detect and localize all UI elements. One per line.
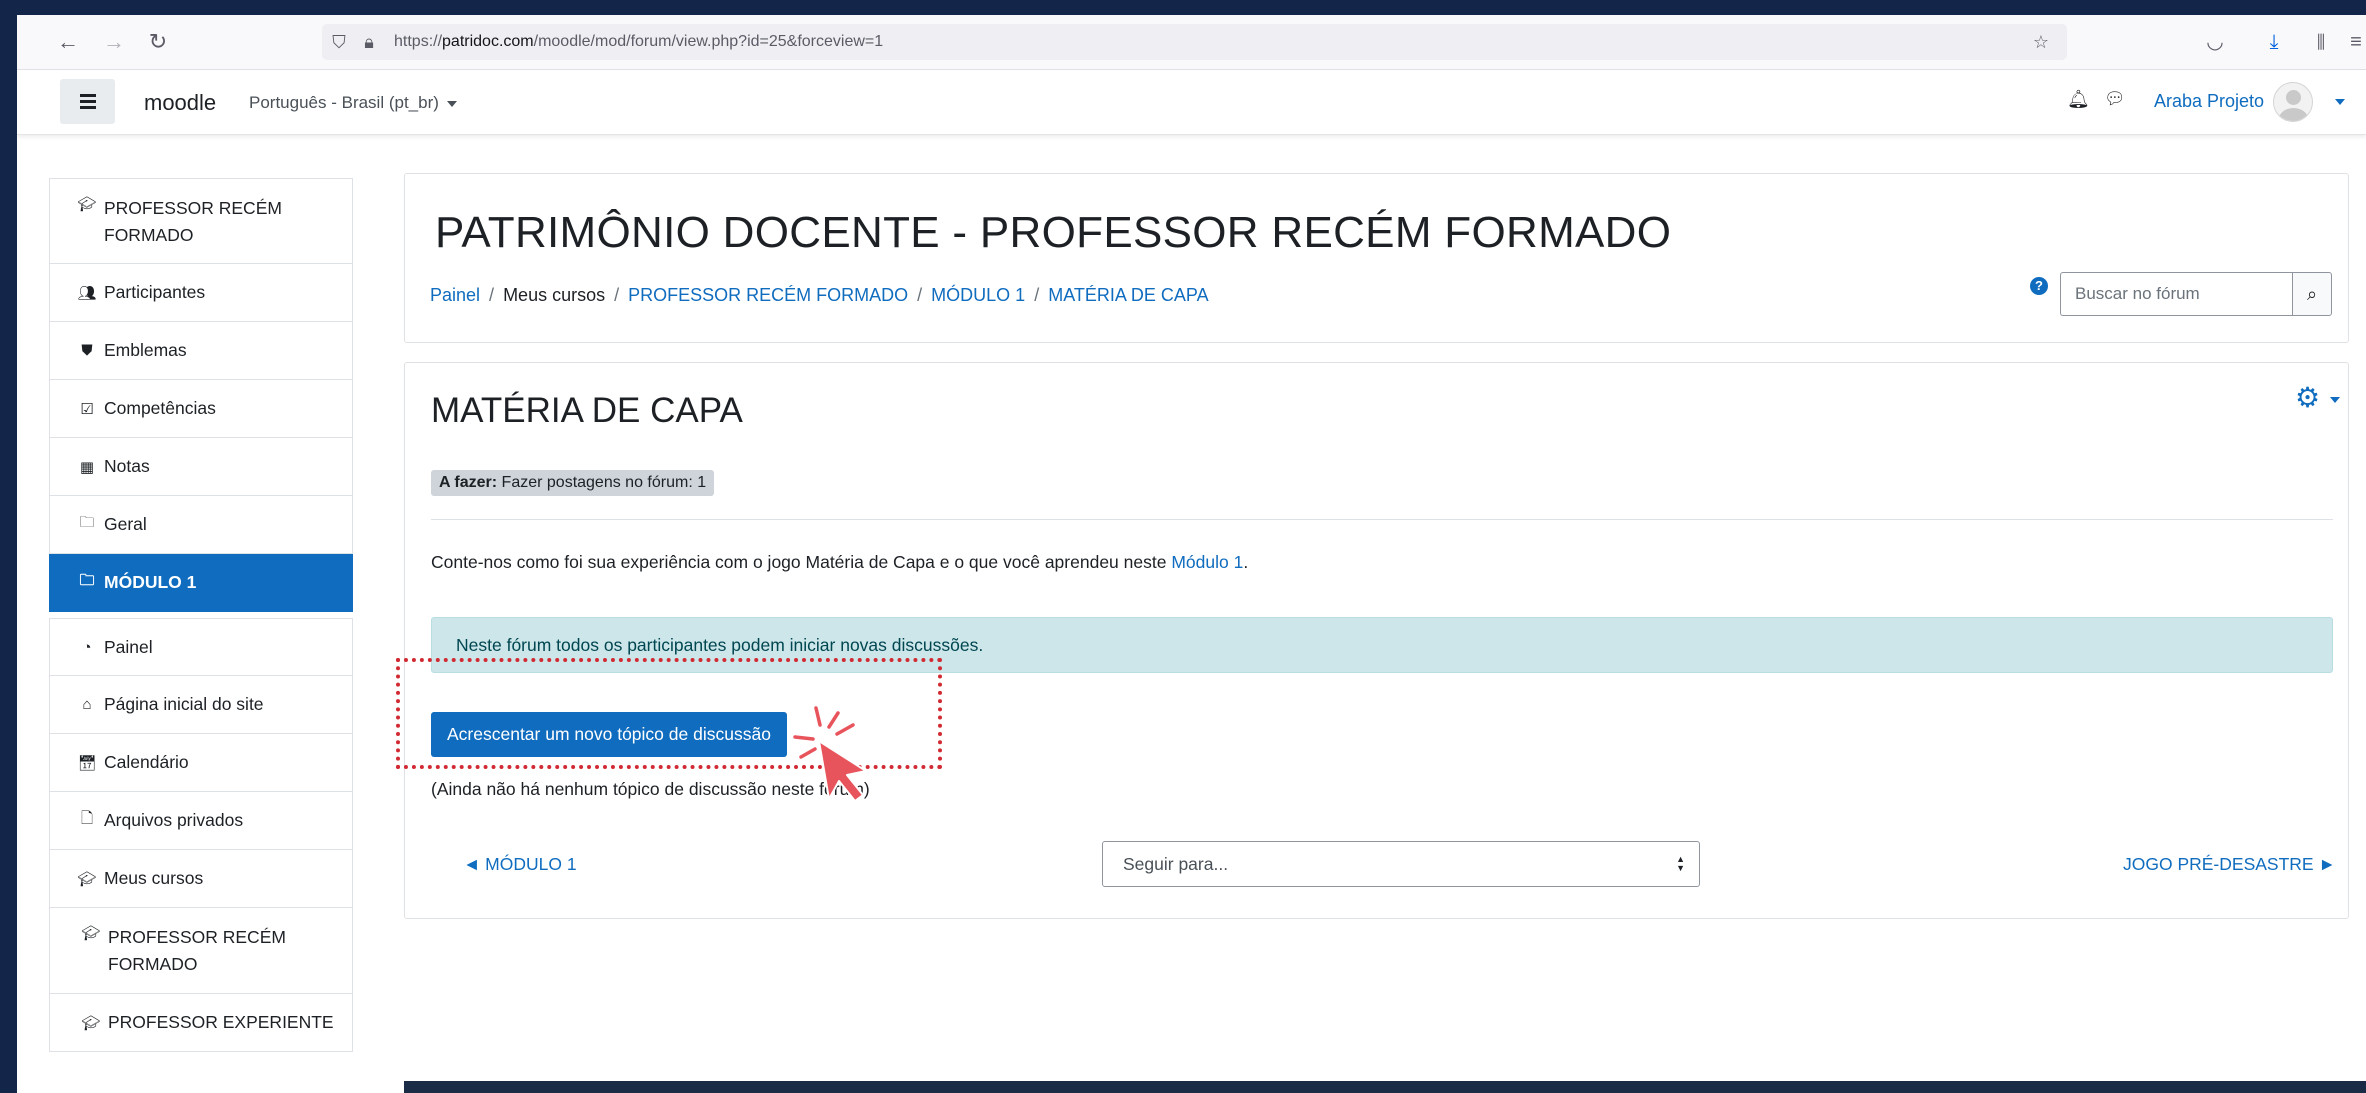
taskbar-strip (404, 1081, 2366, 1093)
user-name[interactable]: Araba Projeto (2154, 91, 2264, 112)
drawer-toggle-button[interactable] (60, 79, 115, 124)
gear-icon[interactable]: ⚙ (2295, 381, 2320, 414)
breadcrumb-course[interactable]: PROFESSOR RECÉM FORMADO (628, 285, 908, 305)
forum-intro: Conte-nos como foi sua experiência com o… (431, 552, 1249, 572)
click-cursor-icon (793, 706, 867, 802)
chevron-down-icon (446, 100, 457, 107)
drawer-item-my-courses[interactable]: 🎓︎ Meus cursos (49, 850, 353, 908)
graduation-cap-icon: 🎓︎ (77, 870, 97, 888)
url-text[interactable]: https://patridoc.com/moodle/mod/forum/vi… (394, 33, 883, 51)
url-bar[interactable]: ⛉ 🔒︎ https://patridoc.com/moodle/mod/for… (322, 24, 2067, 60)
bookmark-star-icon[interactable]: ☆ (2030, 31, 2052, 53)
pocket-icon[interactable]: ◡ (2201, 28, 2229, 56)
breadcrumb-module[interactable]: MÓDULO 1 (931, 285, 1025, 305)
drawer-item-course-recem-formado[interactable]: 🎓︎ PROFESSOR RECÉM FORMADO (49, 908, 353, 994)
drawer-item-dashboard[interactable]: ◔ Painel (49, 618, 353, 676)
divider (431, 519, 2333, 520)
home-icon: ⌂ (82, 696, 92, 713)
breadcrumb-forum[interactable]: MATÉRIA DE CAPA (1048, 285, 1208, 305)
drawer-item-calendar[interactable]: 📅︎ Calendário (49, 734, 353, 792)
bell-icon[interactable]: 🔔︎ (2067, 89, 2090, 110)
menu-icon[interactable]: ≡ (2342, 28, 2366, 56)
graduation-cap-icon: 🎓︎ (77, 196, 97, 213)
users-icon: 👥︎ (77, 284, 97, 302)
reload-icon[interactable]: ↻ (143, 27, 173, 57)
folder-icon: 🗀 (79, 514, 95, 531)
help-icon[interactable]: ? (2030, 277, 2048, 295)
page-header: PATRIMÔNIO DOCENTE - PROFESSOR RECÉM FOR… (404, 173, 2349, 343)
moodle-navbar: moodle Português - Brasil (pt_br) 🔔︎ 💬︎ … (17, 71, 2366, 135)
chevron-down-icon[interactable] (2335, 99, 2345, 105)
breadcrumb-my-courses: Meus cursos (503, 285, 606, 305)
library-icon[interactable]: ⫼ (2307, 28, 2335, 56)
drawer-item-site-home[interactable]: ⌂ Página inicial do site (49, 676, 353, 734)
shield-icon: ⛊ (81, 342, 93, 359)
forum-search-input[interactable] (2060, 272, 2293, 316)
drawer-item-general[interactable]: 🗀 Geral (49, 496, 353, 554)
prev-activity-link[interactable]: ◄ MÓDULO 1 (463, 854, 577, 875)
chat-bubble-icon[interactable]: 💬︎ (2104, 89, 2126, 109)
site-brand[interactable]: moodle (144, 90, 216, 116)
search-button[interactable]: ⌕ (2292, 272, 2332, 316)
nav-drawer: 🎓︎ PROFESSOR RECÉM FORMADO 👥︎ Participan… (49, 178, 353, 1052)
breadcrumb-dashboard[interactable]: Painel (430, 285, 480, 305)
browser-toolbar: ← → ↻ ⛉ 🔒︎ https://patridoc.com/moodle/m… (17, 15, 2366, 70)
dashboard-icon: ◔ (82, 638, 92, 656)
avatar[interactable] (2273, 82, 2313, 122)
module-link[interactable]: Módulo 1 (1171, 552, 1243, 572)
lock-icon[interactable]: 🔒︎ (358, 31, 380, 53)
graduation-cap-icon: 🎓︎ (81, 925, 101, 942)
drawer-item-grades[interactable]: ▦ Notas (49, 438, 353, 496)
checkbox-icon: ☑ (80, 400, 94, 418)
breadcrumb: Painel / Meus cursos / PROFESSOR RECÉM FORMA… (430, 285, 1209, 305)
drawer-item-badges[interactable]: ⛊ Emblemas (49, 322, 353, 380)
language-menu[interactable]: Português - Brasil (pt_br) (249, 93, 457, 113)
drawer-item-course-experiente[interactable]: 🎓︎ PROFESSOR EXPERIENTE (49, 994, 353, 1052)
back-arrow-icon[interactable]: ← (53, 27, 83, 57)
todo-badge: A fazer: Fazer postagens no fórum: 1 (431, 470, 715, 496)
graduation-cap-icon: 🎓︎ (81, 1014, 101, 1032)
drawer-item-course[interactable]: 🎓︎ PROFESSOR RECÉM FORMADO (49, 178, 353, 264)
forward-arrow-icon[interactable]: → (99, 27, 129, 57)
search-icon: ⌕ (2306, 284, 2318, 304)
drawer-item-competencies[interactable]: ☑ Competências (49, 380, 353, 438)
drawer-item-participants[interactable]: 👥︎ Participantes (49, 264, 353, 322)
drawer-item-module-1[interactable]: 🗀 MÓDULO 1 (49, 554, 353, 612)
select-arrows-icon: ▲ ▼ (1676, 854, 1685, 873)
page-title: PATRIMÔNIO DOCENTE - PROFESSOR RECÉM FOR… (435, 208, 1672, 257)
calendar-icon: 📅︎ (77, 754, 97, 772)
jump-to-select[interactable]: Seguir para... ▲ ▼ (1102, 841, 1700, 887)
file-icon: 🗋 (80, 810, 94, 827)
shield-icon[interactable]: ⛉ (328, 31, 350, 53)
chevron-down-icon[interactable] (2330, 397, 2340, 403)
download-icon[interactable]: ⤓ (2260, 28, 2288, 56)
browser-window: ← → ↻ ⛉ 🔒︎ https://patridoc.com/moodle/m… (17, 15, 2366, 1093)
drawer-item-private-files[interactable]: 🗋 Arquivos privados (49, 792, 353, 850)
forum-content: ⚙ MATÉRIA DE CAPA A fazer: Fazer postage… (404, 362, 2349, 919)
table-icon: ▦ (79, 458, 95, 476)
forum-title: MATÉRIA DE CAPA (431, 391, 743, 430)
folder-icon: 🗀 (79, 572, 95, 589)
next-activity-link[interactable]: JOGO PRÉ-DESASTRE ► (2123, 854, 2336, 875)
